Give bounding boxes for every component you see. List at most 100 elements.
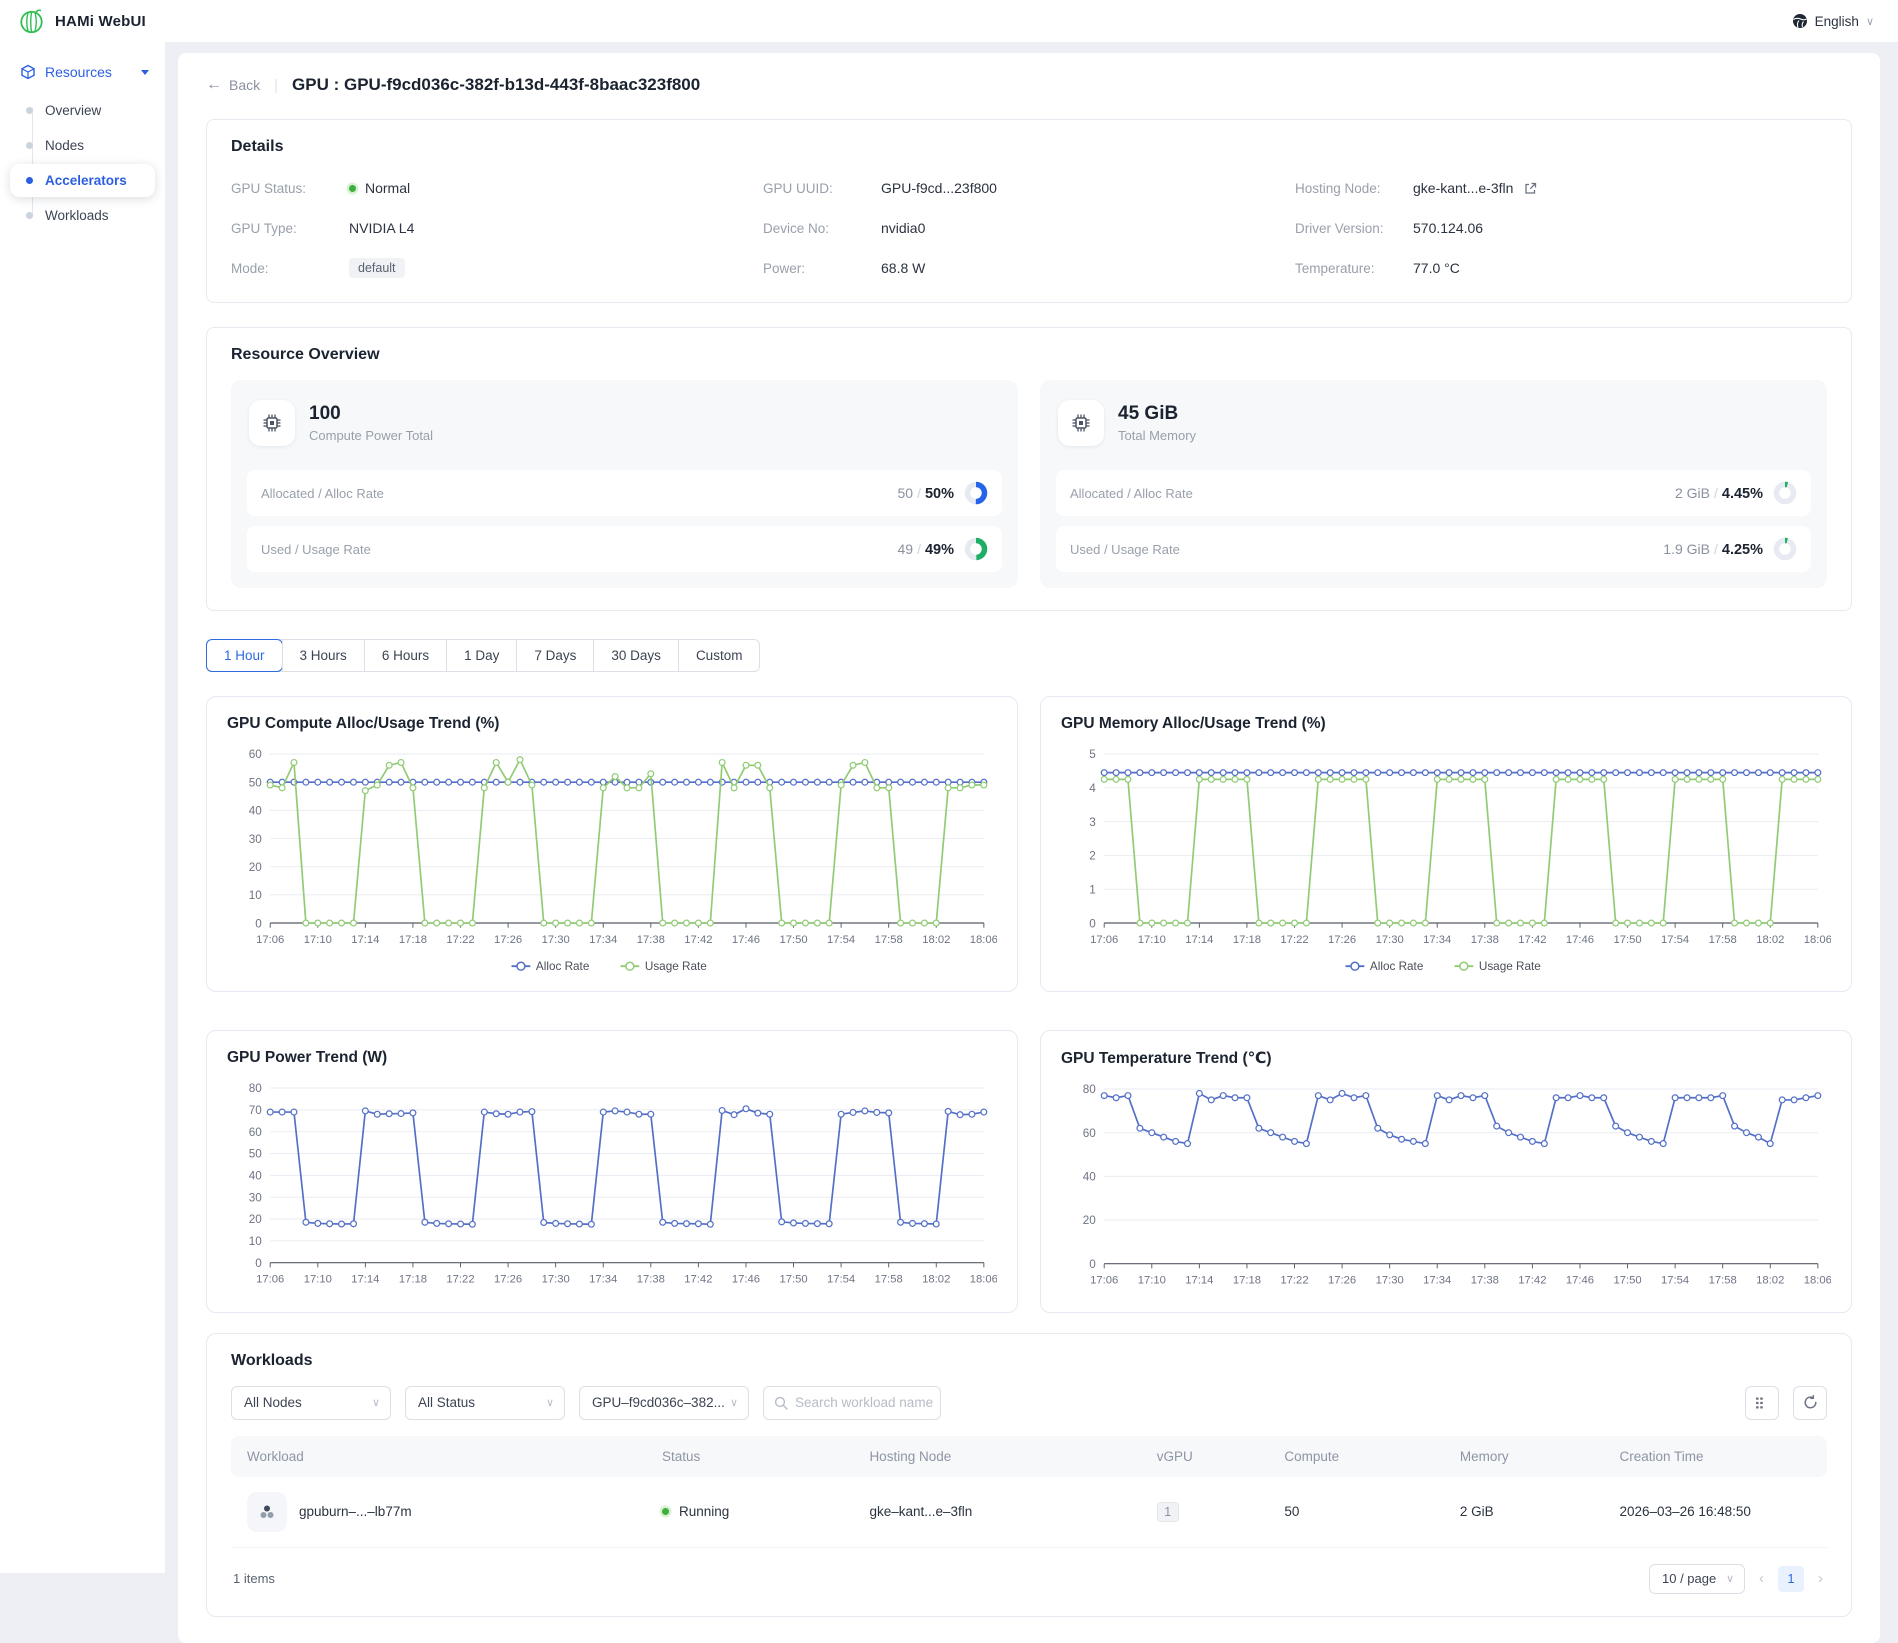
workload-search-input[interactable] — [795, 1395, 972, 1410]
page-size-select[interactable]: 10 / page ∨ — [1649, 1564, 1745, 1594]
refresh-icon — [1803, 1395, 1818, 1410]
svg-text:Alloc Rate: Alloc Rate — [536, 960, 589, 973]
page-size-value: 10 / page — [1662, 1571, 1716, 1586]
svg-text:17:38: 17:38 — [637, 934, 665, 946]
language-switcher[interactable]: English ∨ — [1792, 13, 1874, 29]
detail-field-label: GPU Status: — [231, 181, 349, 196]
vgpu-badge: 1 — [1157, 1502, 1179, 1522]
node-filter-select[interactable]: All Nodes ∨ — [231, 1386, 391, 1420]
resource-row-allocated-alloc-rate: Allocated / Alloc Rate 2 GiB/4.45% — [1056, 470, 1811, 516]
table-row[interactable]: gpuburn–...–lb77mRunninggke–kant...e–3fl… — [231, 1477, 1827, 1548]
cube-icon — [20, 64, 36, 80]
column-settings-button[interactable] — [1745, 1386, 1779, 1420]
gauge-donut — [1773, 481, 1797, 505]
svg-text:17:18: 17:18 — [1233, 934, 1261, 946]
svg-text:50: 50 — [249, 776, 263, 789]
sidebar-item-overview[interactable]: Overview — [10, 94, 155, 127]
resource-row-right: 1.9 GiB/4.25% — [1663, 537, 1797, 561]
svg-text:17:34: 17:34 — [589, 934, 617, 946]
svg-text:17:14: 17:14 — [351, 934, 379, 946]
status-filter-select[interactable]: All Status ∨ — [405, 1386, 565, 1420]
detail-field-value: 77.0 °C — [1413, 260, 1460, 276]
gpu-filter-select[interactable]: GPU–f9cd036c–382... ∨ — [579, 1386, 749, 1420]
time-range-tabs: 1 Hour3 Hours6 Hours1 Day7 Days30 DaysCu… — [206, 639, 760, 672]
app-title: HAMi WebUI — [55, 13, 146, 30]
workloads-card: Workloads All Nodes ∨ All Status ∨ GPU–f… — [206, 1333, 1852, 1617]
tab-1-day[interactable]: 1 Day — [446, 640, 516, 671]
chart-card-gpu-memory-alloc-usage-trend: GPU Memory Alloc/Usage Trend (%)01234517… — [1040, 696, 1852, 992]
resource-row-percent: 49% — [925, 542, 954, 558]
resource-caption: Total Memory — [1118, 428, 1196, 443]
svg-text:17:18: 17:18 — [399, 1274, 427, 1286]
detail-field-value: default — [349, 258, 405, 278]
svg-text:3: 3 — [1089, 816, 1096, 829]
sidebar-item-workloads[interactable]: Workloads — [10, 199, 155, 232]
tab-1-hour[interactable]: 1 Hour — [207, 640, 282, 671]
tab-6-hours[interactable]: 6 Hours — [364, 640, 446, 671]
svg-text:20: 20 — [249, 1214, 263, 1227]
table-header-compute: Compute — [1268, 1436, 1444, 1477]
sidebar-item-label: Nodes — [45, 138, 84, 153]
svg-text:17:46: 17:46 — [1566, 1275, 1594, 1287]
svg-text:0: 0 — [1089, 1258, 1096, 1271]
cell-compute: 50 — [1268, 1477, 1444, 1548]
detail-field-value: nvidia0 — [881, 220, 925, 236]
svg-text:17:06: 17:06 — [256, 934, 284, 946]
gauge-donut — [964, 481, 988, 505]
svg-text:18:06: 18:06 — [1804, 1275, 1831, 1287]
svg-text:17:54: 17:54 — [827, 934, 855, 946]
tab-3-hours[interactable]: 3 Hours — [282, 640, 364, 671]
back-arrow-icon: ← — [206, 77, 222, 93]
tab-7-days[interactable]: 7 Days — [516, 640, 593, 671]
svg-text:17:18: 17:18 — [399, 934, 427, 946]
detail-field-text: 570.124.06 — [1413, 220, 1483, 236]
svg-text:17:14: 17:14 — [1185, 934, 1213, 946]
sidebar-item-label: Overview — [45, 103, 101, 118]
detail-field-gpu-type: GPU Type:NVIDIA L4 — [231, 216, 763, 240]
resource-row-value: 50/50% — [898, 485, 955, 502]
back-label: Back — [229, 77, 260, 93]
chevron-down-icon: ∨ — [1726, 1572, 1734, 1585]
resource-row-label: Allocated / Alloc Rate — [1070, 486, 1193, 501]
svg-text:17:30: 17:30 — [542, 934, 570, 946]
table-header-creation-time: Creation Time — [1604, 1436, 1827, 1477]
sidebar-item-nodes[interactable]: Nodes — [10, 129, 155, 162]
sidebar-item-accelerators[interactable]: Accelerators — [10, 164, 155, 197]
table-header-hosting-node: Hosting Node — [853, 1436, 1140, 1477]
workload-cell[interactable]: gpuburn–...–lb77m — [247, 1492, 630, 1532]
page-number-button[interactable]: 1 — [1778, 1566, 1804, 1592]
resource-row-right: 2 GiB/4.45% — [1675, 481, 1797, 505]
line-chart: 01234517:0617:1017:1417:1817:2217:2617:3… — [1061, 739, 1831, 981]
sidebar: Resources Overview Nodes AcceleratorsWorkl… — [0, 42, 165, 1573]
resource-row-right: 50/50% — [898, 481, 989, 505]
app-brand: HAMi WebUI — [18, 8, 146, 35]
svg-text:18:02: 18:02 — [1756, 1275, 1784, 1287]
svg-text:17:46: 17:46 — [732, 934, 760, 946]
svg-text:0: 0 — [1089, 917, 1096, 930]
workloads-footer: 1 items 10 / page ∨ ‹ 1 › — [231, 1548, 1827, 1606]
table-header-vgpu: vGPU — [1141, 1436, 1269, 1477]
svg-text:17:42: 17:42 — [1518, 1275, 1546, 1287]
topbar: HAMi WebUI English ∨ — [0, 0, 1898, 42]
detail-field-value: Normal — [349, 180, 410, 196]
tree-dot-icon — [26, 177, 33, 184]
caret-down-icon — [141, 70, 149, 75]
tab-custom[interactable]: Custom — [678, 640, 760, 671]
svg-text:5: 5 — [1089, 748, 1096, 761]
resource-overview-grid: 100Compute Power TotalAllocated / Alloc … — [231, 380, 1827, 588]
tab-30-days[interactable]: 30 Days — [593, 640, 678, 671]
svg-text:17:58: 17:58 — [1709, 1275, 1737, 1287]
resource-row-value: 1.9 GiB/4.25% — [1663, 541, 1763, 558]
sidebar-group-resources[interactable]: Resources — [10, 56, 155, 88]
refresh-button[interactable] — [1793, 1386, 1827, 1420]
resource-row-amount: 1.9 GiB — [1663, 541, 1710, 557]
svg-text:17:58: 17:58 — [875, 934, 903, 946]
resource-total: 45 GiB — [1118, 403, 1196, 425]
resource-row-value: 49/49% — [898, 541, 955, 558]
detail-field-driver-version: Driver Version:570.124.06 — [1295, 216, 1827, 240]
svg-text:17:42: 17:42 — [1518, 934, 1546, 946]
back-button[interactable]: ← Back — [206, 77, 260, 93]
svg-text:17:26: 17:26 — [494, 1274, 522, 1286]
detail-field-value[interactable]: gke-kant...e-3fln — [1413, 180, 1537, 196]
resource-card-text: 45 GiB Total Memory — [1118, 403, 1196, 443]
